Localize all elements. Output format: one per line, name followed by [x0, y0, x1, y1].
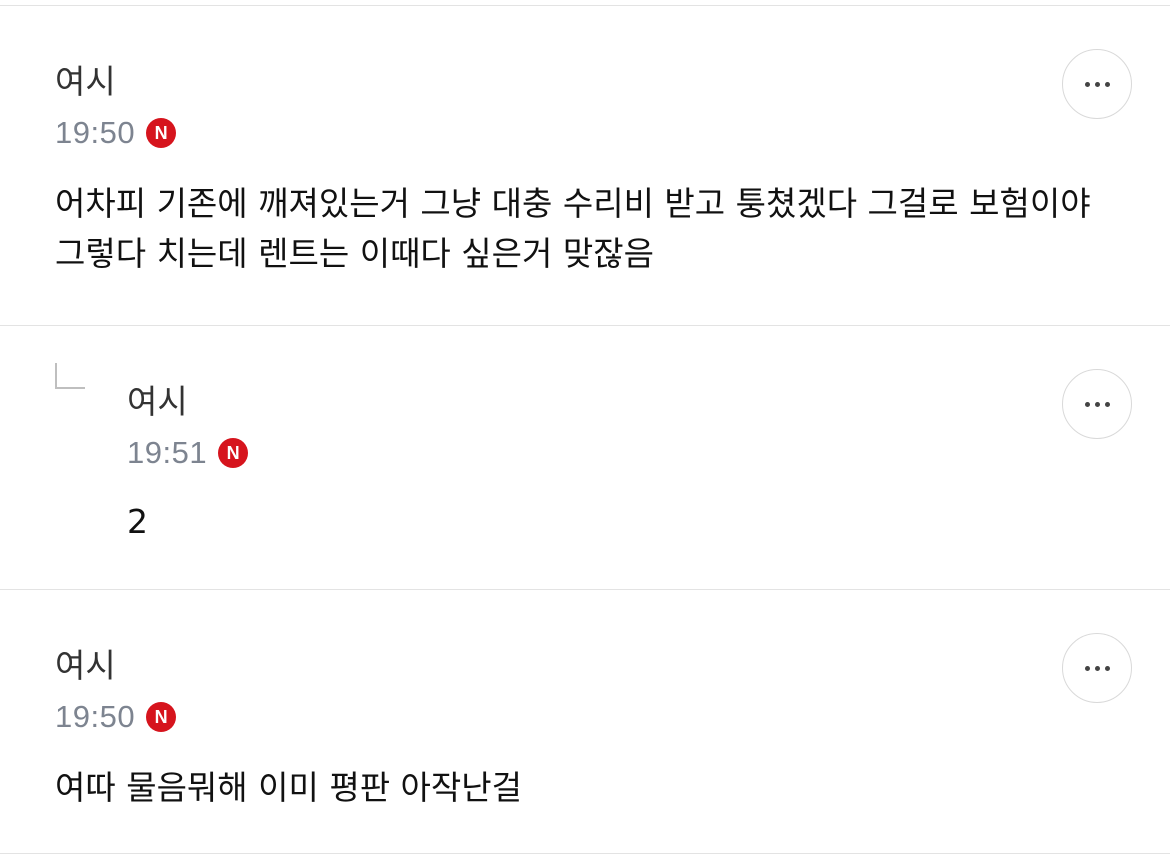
comment-item: 여시 19:50 N 여따 물음뭐해 이미 평판 아작난걸: [0, 0, 1170, 855]
bottom-divider: [0, 853, 1170, 854]
new-badge: N: [146, 702, 177, 732]
comment-text: 여따 물음뭐해 이미 평판 아작난걸: [55, 768, 522, 807]
comment-meta: 19:50 N: [55, 697, 177, 737]
more-options-button[interactable]: [1062, 633, 1132, 703]
comment-author: 여시: [55, 646, 116, 685]
more-horizontal-icon: [1084, 665, 1110, 671]
comment-time: 19:50: [55, 699, 136, 734]
